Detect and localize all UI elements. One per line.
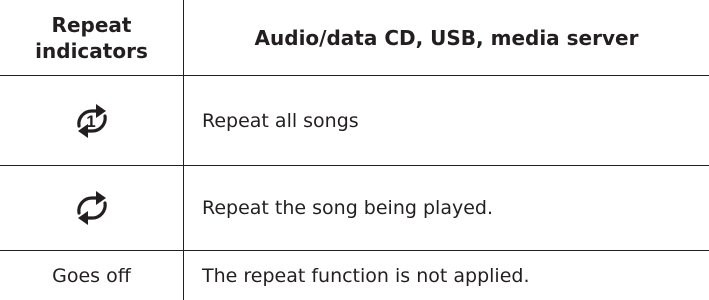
header-indicators-line2: indicators — [35, 38, 148, 63]
repeat-icon — [70, 185, 114, 231]
table-row-description: The repeat function is not applied. — [202, 264, 530, 287]
table-row-indicator: 1 — [0, 76, 183, 165]
table-row-description: Repeat the song being played. — [202, 197, 493, 219]
table-row-indicator — [0, 166, 183, 250]
repeat-one-icon: 1 — [70, 98, 114, 144]
repeat-indicators-table: Repeat indicators Audio/data CD, USB, me… — [0, 0, 709, 300]
indicator-goes-off: Goes off — [52, 264, 131, 287]
repeat-one-digit: 1 — [86, 112, 95, 131]
table-row-indicator: Goes off — [0, 251, 183, 300]
table-row-description: Repeat all songs — [202, 109, 359, 132]
header-repeat-indicators: Repeat indicators — [0, 0, 183, 75]
header-sources: Audio/data CD, USB, media server — [254, 25, 639, 50]
header-indicators-line1: Repeat — [51, 12, 132, 37]
